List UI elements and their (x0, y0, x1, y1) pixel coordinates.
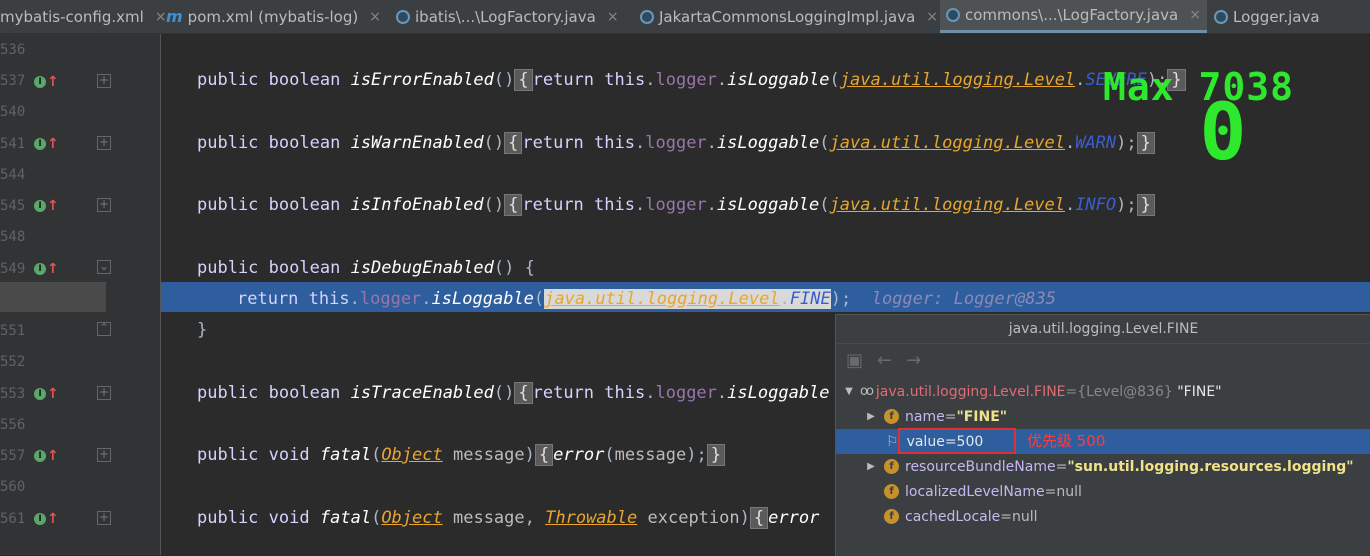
java-class-icon (1214, 9, 1228, 24)
java-class-icon (946, 8, 960, 22)
tab-label: JakartaCommonsLoggingImpl.java (659, 7, 916, 26)
line-number: 536 (0, 42, 26, 58)
close-icon[interactable]: × (926, 9, 938, 25)
collapsed-arrow-icon[interactable]: ▶ (864, 411, 878, 422)
line-number: 557 (0, 448, 26, 464)
implements-interface-icon[interactable]: I ↑ (34, 261, 59, 277)
tab-label: pom.xml (mybatis-log) (187, 7, 359, 26)
implements-interface-icon[interactable]: I ↑ (34, 448, 59, 464)
fold-expand-icon[interactable]: + (97, 74, 111, 88)
code-line: public boolean isTraceEnabled(){return t… (197, 382, 830, 404)
tab-logger-java[interactable]: Logger.java (1208, 0, 1326, 33)
line-number: 545 (0, 198, 26, 214)
line-number: 551 (0, 323, 26, 339)
root-ref: {Level@836} (1077, 383, 1173, 400)
close-icon[interactable]: × (607, 9, 619, 25)
tab-ibatis-logfactory[interactable]: ibatis\...\LogFactory.java × (390, 0, 625, 33)
line-number: 549 (0, 261, 26, 277)
code-line: public boolean isWarnEnabled(){return th… (197, 131, 1155, 155)
collapsed-arrow-icon[interactable]: ▶ (864, 461, 878, 472)
popup-toolbar: ▣ ← → (836, 344, 1370, 376)
code-line: public boolean isErrorEnabled(){return t… (197, 68, 1186, 92)
root-name: java.util.logging.Level.FINE (875, 383, 1066, 400)
line-number: 553 (0, 386, 26, 402)
current-execution-line (0, 282, 1370, 312)
tab-label: Logger.java (1233, 7, 1320, 26)
implements-interface-icon[interactable]: I ↑ (34, 74, 59, 90)
implements-interface-icon[interactable]: I ↑ (34, 511, 59, 527)
java-class-icon (396, 9, 410, 24)
line-number: 561 (0, 511, 26, 527)
line-number: 548 (0, 229, 26, 245)
line-number: 537 (0, 73, 26, 89)
tab-label: commons\...\LogFactory.java (965, 6, 1179, 24)
tab-jakarta-commons-logging-impl[interactable]: JakartaCommonsLoggingImpl.java × (634, 0, 944, 33)
implements-interface-icon[interactable]: I ↑ (34, 198, 59, 214)
code-line: public boolean isInfoEnabled(){return th… (197, 193, 1155, 217)
fold-expand-icon[interactable]: + (97, 448, 111, 462)
tree-field-row[interactable]: ▶ f resourceBundleName = "sun.util.loggi… (836, 454, 1370, 479)
field-icon: f (884, 509, 899, 524)
forward-arrow-icon[interactable]: → (906, 350, 921, 371)
field-icon: f (884, 484, 899, 499)
fold-expand-icon[interactable]: + (97, 198, 111, 212)
tab-label: mybatis-config.xml (0, 7, 144, 26)
fold-end-icon[interactable]: ⌃ (97, 322, 111, 336)
watch-glasses-icon: oo (860, 384, 874, 399)
folder-icon[interactable]: ▣ (846, 350, 863, 371)
tab-mybatis-config[interactable]: mybatis-config.xml × (0, 0, 173, 33)
tab-label: ibatis\...\LogFactory.java (415, 7, 596, 26)
line-number: 540 (0, 104, 26, 120)
line-number: 560 (0, 479, 26, 495)
java-class-icon (640, 9, 654, 24)
annotation-priority-text: 优先级 500 (1027, 432, 1106, 450)
implements-interface-icon[interactable]: I ↑ (34, 386, 59, 402)
primitive-field-icon: ⚐ (886, 433, 899, 450)
annotation-red-box (898, 428, 1016, 454)
implements-interface-icon[interactable]: I ↑ (34, 136, 59, 152)
code-line: public boolean isDebugEnabled() { (197, 258, 535, 278)
root-value: "FINE" (1177, 383, 1222, 400)
overlay-zero-counter: 0 (1199, 88, 1247, 178)
field-icon: f (884, 459, 899, 474)
close-icon[interactable]: × (1189, 7, 1201, 23)
line-number: 552 (0, 354, 26, 370)
expanded-arrow-icon[interactable]: ▼ (842, 386, 856, 397)
code-line: public void fatal(Object message, Throwa… (197, 507, 820, 529)
line-number: 544 (0, 167, 26, 183)
line-number: 541 (0, 136, 26, 152)
tab-commons-logfactory[interactable]: commons\...\LogFactory.java × (940, 0, 1207, 33)
code-line: } (197, 320, 208, 340)
tree-root-row[interactable]: ▼ oo java.util.logging.Level.FINE = {Lev… (836, 379, 1370, 404)
tab-pom-xml[interactable]: m pom.xml (mybatis-log) × (160, 0, 387, 33)
line-number: 556 (0, 417, 26, 433)
popup-title: java.util.logging.Level.FINE (836, 315, 1370, 344)
fold-expand-icon[interactable]: + (97, 136, 111, 150)
fold-expand-icon[interactable]: + (97, 511, 111, 525)
fold-expand-icon[interactable]: + (97, 386, 111, 400)
fold-collapse-icon[interactable]: ⌄ (97, 260, 111, 274)
maven-icon: m (166, 7, 183, 26)
tree-field-row[interactable]: f cachedLocale = null (836, 504, 1370, 529)
close-icon[interactable]: × (369, 9, 381, 25)
execution-line-gutter-marker (0, 282, 106, 312)
editor-tab-bar: mybatis-config.xml × m pom.xml (mybatis-… (0, 0, 1370, 34)
tree-field-row[interactable]: f localizedLevelName = null (836, 479, 1370, 504)
back-arrow-icon[interactable]: ← (877, 350, 892, 371)
tree-field-row[interactable]: ▶ f name = "FINE" (836, 404, 1370, 429)
field-icon: f (884, 409, 899, 424)
code-line: public void fatal(Object message){error(… (197, 443, 725, 467)
